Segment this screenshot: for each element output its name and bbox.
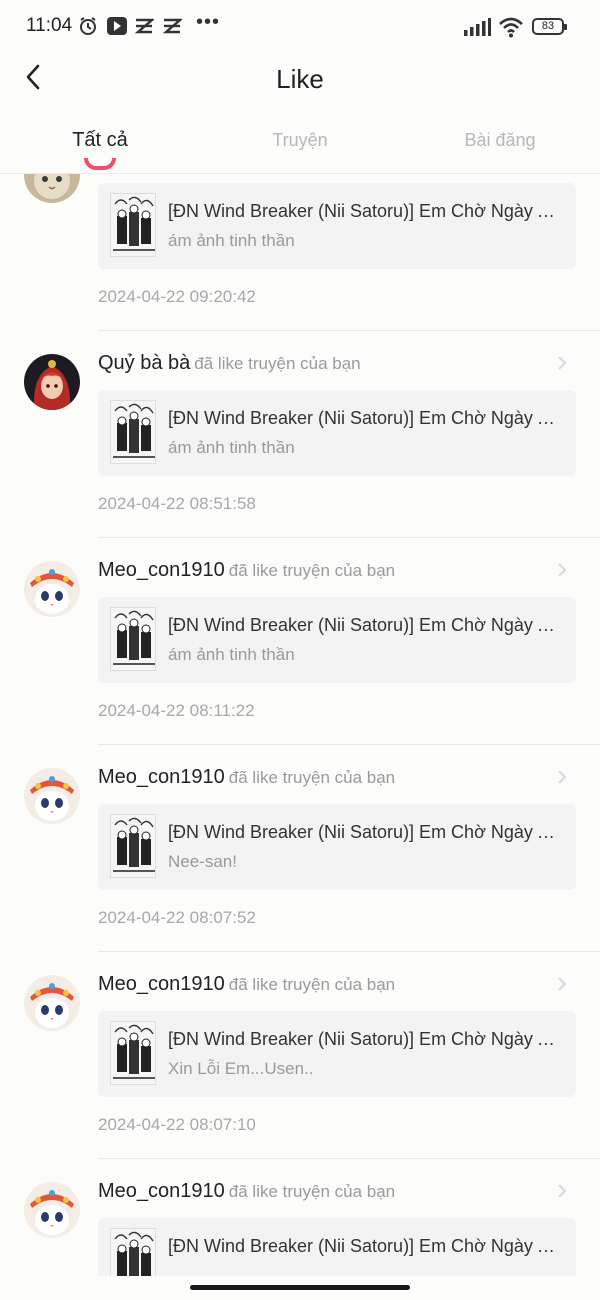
- story-cover-image: [110, 193, 156, 257]
- list-item[interactable]: Quỷ bà bà đã like truyện của bạn [ĐN Win…: [0, 330, 600, 537]
- avatar[interactable]: [24, 768, 80, 824]
- notification-list[interactable]: [ĐN Wind Breaker (Nii Satoru)] Em Chờ Ng…: [0, 174, 600, 1276]
- tab-posts[interactable]: Bài đăng: [420, 130, 580, 151]
- battery-level: 83: [541, 20, 555, 32]
- list-item[interactable]: Meo_con1910 đã like truyện của bạn [ĐN W…: [0, 744, 600, 951]
- timestamp: 2024-04-22 08:07:52: [98, 908, 256, 927]
- home-indicator[interactable]: [190, 1285, 410, 1290]
- story-cover-image: [110, 400, 156, 464]
- story-title: [ĐN Wind Breaker (Nii Satoru)] Em Chờ Ng…: [168, 408, 564, 428]
- tab-all[interactable]: Tất cả: [20, 129, 180, 152]
- notification-text: Meo_con1910 đã like truyện của bạn: [98, 559, 395, 582]
- status-time: 11:04: [26, 15, 73, 36]
- timestamp: 2024-04-22 09:20:42: [98, 287, 256, 306]
- story-title: [ĐN Wind Breaker (Nii Satoru)] Em Chờ Ng…: [168, 1029, 564, 1049]
- kitten-avatar-icon: [24, 561, 80, 617]
- divider: [98, 537, 600, 538]
- battery-icon: 83: [532, 18, 567, 35]
- avatar[interactable]: [24, 354, 80, 410]
- chapter-title: ám ảnh tinh thần: [168, 231, 295, 250]
- story-cover-image: [110, 1021, 156, 1085]
- alarm-icon: [80, 17, 96, 35]
- story-card[interactable]: [ĐN Wind Breaker (Nii Satoru)] Em Chờ Ng…: [98, 183, 576, 269]
- list-item[interactable]: Meo_con1910 đã like truyện của bạn [ĐN W…: [0, 951, 600, 1158]
- chevron-right-icon[interactable]: [556, 768, 568, 786]
- action-text: đã like truyện của bạn: [228, 768, 396, 787]
- user-name[interactable]: Meo_con1910: [98, 1180, 225, 1202]
- active-tab-indicator: [84, 158, 116, 170]
- kitten-avatar-icon: [24, 975, 80, 1031]
- chevron-right-icon[interactable]: [556, 1182, 568, 1200]
- capcut-icon: [162, 18, 182, 34]
- kitten-avatar-icon: [24, 1182, 80, 1238]
- story-card[interactable]: [ĐN Wind Breaker (Nii Satoru)] Em Chờ Ng…: [98, 1011, 576, 1097]
- kitten-avatar-icon: [24, 768, 80, 824]
- story-cover-image: [110, 814, 156, 878]
- chapter-title: ám ảnh tinh thần: [168, 438, 295, 457]
- signal-icon: [464, 18, 491, 36]
- cat-avatar-icon: [24, 174, 80, 203]
- avatar[interactable]: [24, 561, 80, 617]
- story-card[interactable]: [ĐN Wind Breaker (Nii Satoru)] Em Chờ Ng…: [98, 390, 576, 476]
- wifi-icon: [499, 17, 523, 38]
- user-name[interactable]: Meo_con1910: [98, 559, 225, 581]
- chapter-title: ám ảnh tinh thần: [168, 645, 295, 664]
- story-card[interactable]: [ĐN Wind Breaker (Nii Satoru)] Em Chờ Ng…: [98, 597, 576, 683]
- story-title: [ĐN Wind Breaker (Nii Satoru)] Em Chờ Ng…: [168, 615, 564, 635]
- timestamp: 2024-04-22 08:07:10: [98, 1115, 256, 1134]
- notification-text: Meo_con1910 đã like truyện của bạn: [98, 973, 395, 996]
- red-hair-avatar-icon: [24, 354, 80, 410]
- chapter-title: Nee-san!: [168, 852, 237, 871]
- user-name[interactable]: Meo_con1910: [98, 766, 225, 788]
- story-cover-image: [110, 1228, 156, 1276]
- story-cover-image: [110, 607, 156, 671]
- avatar[interactable]: [24, 174, 80, 203]
- app-header: Like: [0, 54, 600, 110]
- list-item[interactable]: Meo_con1910 đã like truyện của bạn [ĐN W…: [0, 1158, 600, 1276]
- divider: [98, 1158, 600, 1159]
- chevron-right-icon[interactable]: [556, 561, 568, 579]
- notification-text: Meo_con1910 đã like truyện của bạn: [98, 1180, 395, 1203]
- tab-bar: Tất cả Truyện Bài đăng: [0, 120, 600, 174]
- avatar[interactable]: [24, 1182, 80, 1238]
- divider: [98, 951, 600, 952]
- page-title: Like: [276, 64, 324, 94]
- story-title: [ĐN Wind Breaker (Nii Satoru)] Em Chờ Ng…: [168, 822, 564, 842]
- capcut-icon: [134, 18, 154, 34]
- action-text: đã like truyện của bạn: [194, 354, 361, 373]
- user-name[interactable]: Meo_con1910: [98, 973, 225, 995]
- user-name[interactable]: Quỷ bà bà: [98, 352, 190, 374]
- timestamp: 2024-04-22 08:11:22: [98, 701, 255, 720]
- action-text: đã like truyện của bạn: [228, 561, 396, 580]
- avatar[interactable]: [24, 975, 80, 1031]
- chevron-right-icon[interactable]: [556, 354, 568, 372]
- more-notifications-icon: •••: [196, 11, 221, 33]
- list-item[interactable]: [ĐN Wind Breaker (Nii Satoru)] Em Chờ Ng…: [0, 174, 600, 330]
- divider: [98, 330, 600, 331]
- story-card[interactable]: [ĐN Wind Breaker (Nii Satoru)] Em Chờ Ng…: [98, 804, 576, 890]
- notification-text: Quỷ bà bà đã like truyện của bạn: [98, 352, 361, 375]
- chapter-title: Xin Lỗi Em...Usen..: [168, 1059, 314, 1078]
- story-title: [ĐN Wind Breaker (Nii Satoru)] Em Chờ Ng…: [168, 1236, 564, 1256]
- story-card[interactable]: [ĐN Wind Breaker (Nii Satoru)] Em Chờ Ng…: [98, 1218, 576, 1276]
- notification-text: Meo_con1910 đã like truyện của bạn: [98, 766, 395, 789]
- list-item[interactable]: Meo_con1910 đã like truyện của bạn [ĐN W…: [0, 537, 600, 744]
- divider: [98, 744, 600, 745]
- action-text: đã like truyện của bạn: [228, 975, 396, 994]
- tab-stories[interactable]: Truyện: [220, 130, 380, 151]
- action-text: đã like truyện của bạn: [228, 1182, 396, 1201]
- story-title: [ĐN Wind Breaker (Nii Satoru)] Em Chờ Ng…: [168, 201, 564, 221]
- timestamp: 2024-04-22 08:51:58: [98, 494, 256, 513]
- chevron-right-icon[interactable]: [556, 975, 568, 993]
- status-bar: 11:04 ••• 83: [0, 0, 600, 54]
- media-player-icon: [107, 17, 127, 35]
